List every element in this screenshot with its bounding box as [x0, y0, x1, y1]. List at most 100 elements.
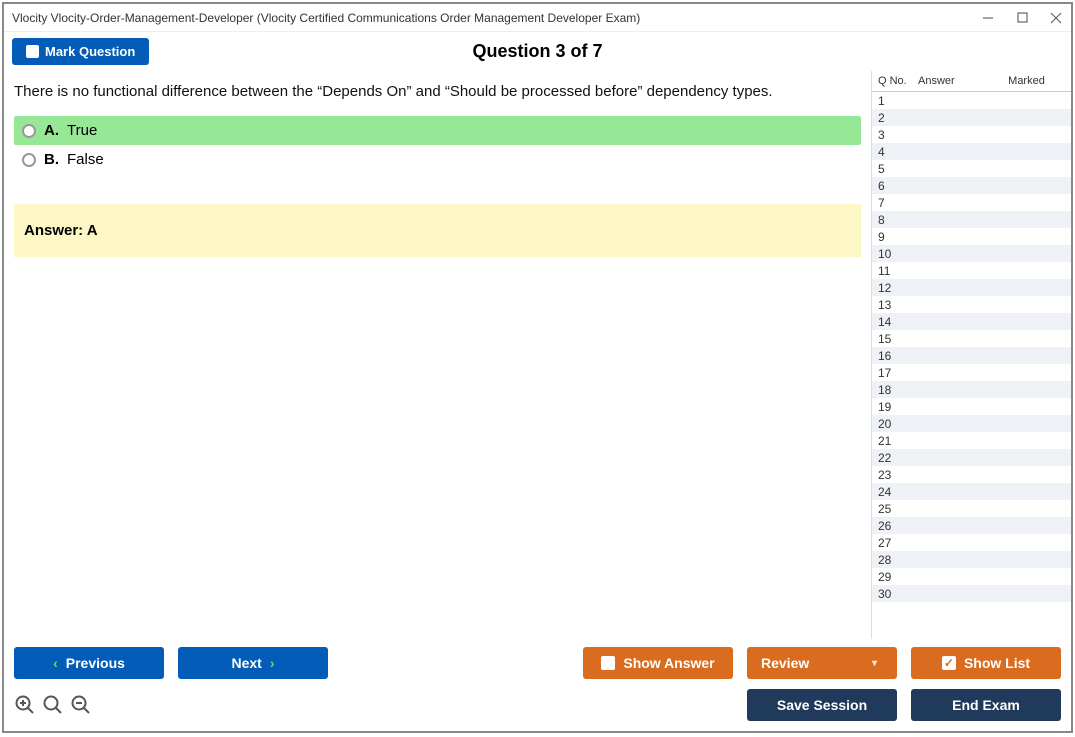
radio-icon [22, 124, 36, 138]
answer-label: Answer: A [24, 222, 98, 239]
side-panel: Q No. Answer Marked 12345678910111213141… [871, 71, 1071, 639]
row-qno: 30 [878, 587, 918, 601]
question-list-row[interactable]: 24 [872, 483, 1071, 500]
question-list-row[interactable]: 7 [872, 194, 1071, 211]
question-list-row[interactable]: 25 [872, 500, 1071, 517]
question-list-row[interactable]: 12 [872, 279, 1071, 296]
question-list-row[interactable]: 1 [872, 92, 1071, 109]
row-qno: 17 [878, 366, 918, 380]
chevron-left-icon: ‹ [53, 655, 58, 671]
question-text: There is no functional difference betwee… [14, 83, 861, 100]
side-header: Q No. Answer Marked [872, 71, 1071, 92]
question-list-row[interactable]: 14 [872, 313, 1071, 330]
row-qno: 25 [878, 502, 918, 516]
row-qno: 14 [878, 315, 918, 329]
row-qno: 3 [878, 128, 918, 142]
col-header-answer: Answer [918, 75, 988, 87]
option-letter: A. [44, 122, 59, 139]
question-list-row[interactable]: 30 [872, 585, 1071, 602]
row-qno: 1 [878, 94, 918, 108]
row-qno: 18 [878, 383, 918, 397]
chevron-right-icon: › [270, 655, 275, 671]
row-qno: 9 [878, 230, 918, 244]
window-controls [981, 11, 1063, 25]
option-text: True [67, 122, 97, 139]
row-qno: 24 [878, 485, 918, 499]
question-list-row[interactable]: 17 [872, 364, 1071, 381]
footer-row-1: ‹ Previous Next › Show Answer Review ▾ ✓… [14, 647, 1061, 679]
question-list-row[interactable]: 3 [872, 126, 1071, 143]
question-list-row[interactable]: 6 [872, 177, 1071, 194]
save-session-button[interactable]: Save Session [747, 689, 897, 721]
header-row: Mark Question Question 3 of 7 [4, 32, 1071, 71]
radio-icon [22, 153, 36, 167]
question-list-row[interactable]: 15 [872, 330, 1071, 347]
question-list-row[interactable]: 18 [872, 381, 1071, 398]
window-title: Vlocity Vlocity-Order-Management-Develop… [12, 11, 981, 25]
row-qno: 20 [878, 417, 918, 431]
question-list-row[interactable]: 19 [872, 398, 1071, 415]
checkbox-icon [601, 656, 615, 670]
question-list-row[interactable]: 4 [872, 143, 1071, 160]
end-exam-label: End Exam [952, 697, 1020, 713]
maximize-icon[interactable] [1015, 11, 1029, 25]
question-list-row[interactable]: 5 [872, 160, 1071, 177]
end-exam-button[interactable]: End Exam [911, 689, 1061, 721]
next-label: Next [231, 655, 261, 671]
previous-button[interactable]: ‹ Previous [14, 647, 164, 679]
row-qno: 16 [878, 349, 918, 363]
row-qno: 5 [878, 162, 918, 176]
question-title: Question 3 of 7 [4, 41, 1071, 62]
question-list-row[interactable]: 13 [872, 296, 1071, 313]
row-qno: 27 [878, 536, 918, 550]
row-qno: 29 [878, 570, 918, 584]
footer-row-2: Save Session End Exam [14, 689, 1061, 721]
question-list[interactable]: 1234567891011121314151617181920212223242… [872, 92, 1071, 639]
row-qno: 4 [878, 145, 918, 159]
next-button[interactable]: Next › [178, 647, 328, 679]
checkbox-icon [26, 45, 39, 58]
question-list-row[interactable]: 27 [872, 534, 1071, 551]
row-qno: 12 [878, 281, 918, 295]
question-list-row[interactable]: 23 [872, 466, 1071, 483]
show-answer-label: Show Answer [623, 655, 714, 671]
question-list-row[interactable]: 10 [872, 245, 1071, 262]
zoom-controls [14, 694, 92, 716]
col-header-marked: Marked [988, 75, 1065, 87]
option-text: False [67, 151, 104, 168]
question-list-row[interactable]: 28 [872, 551, 1071, 568]
question-list-row[interactable]: 20 [872, 415, 1071, 432]
option-a[interactable]: A. True [14, 116, 861, 145]
question-area: There is no functional difference betwee… [4, 71, 871, 639]
question-list-row[interactable]: 21 [872, 432, 1071, 449]
chevron-down-icon: ▾ [872, 658, 877, 669]
row-qno: 19 [878, 400, 918, 414]
review-button[interactable]: Review ▾ [747, 647, 897, 679]
row-qno: 15 [878, 332, 918, 346]
options-list: A. TrueB. False [14, 116, 861, 174]
show-list-button[interactable]: ✓ Show List [911, 647, 1061, 679]
titlebar: Vlocity Vlocity-Order-Management-Develop… [4, 4, 1071, 32]
question-list-row[interactable]: 11 [872, 262, 1071, 279]
review-label: Review [761, 655, 809, 671]
close-icon[interactable] [1049, 11, 1063, 25]
checkbox-checked-icon: ✓ [942, 656, 956, 670]
row-qno: 21 [878, 434, 918, 448]
show-answer-button[interactable]: Show Answer [583, 647, 733, 679]
question-list-row[interactable]: 26 [872, 517, 1071, 534]
option-letter: B. [44, 151, 59, 168]
option-b[interactable]: B. False [14, 145, 861, 174]
zoom-reset-icon[interactable] [42, 694, 64, 716]
question-list-row[interactable]: 29 [872, 568, 1071, 585]
minimize-icon[interactable] [981, 11, 995, 25]
question-list-row[interactable]: 2 [872, 109, 1071, 126]
question-list-row[interactable]: 16 [872, 347, 1071, 364]
mark-question-button[interactable]: Mark Question [12, 38, 149, 65]
question-list-row[interactable]: 8 [872, 211, 1071, 228]
question-list-row[interactable]: 9 [872, 228, 1071, 245]
question-list-row[interactable]: 22 [872, 449, 1071, 466]
mark-question-label: Mark Question [45, 44, 135, 59]
zoom-in-icon[interactable] [14, 694, 36, 716]
save-session-label: Save Session [777, 697, 867, 713]
zoom-out-icon[interactable] [70, 694, 92, 716]
